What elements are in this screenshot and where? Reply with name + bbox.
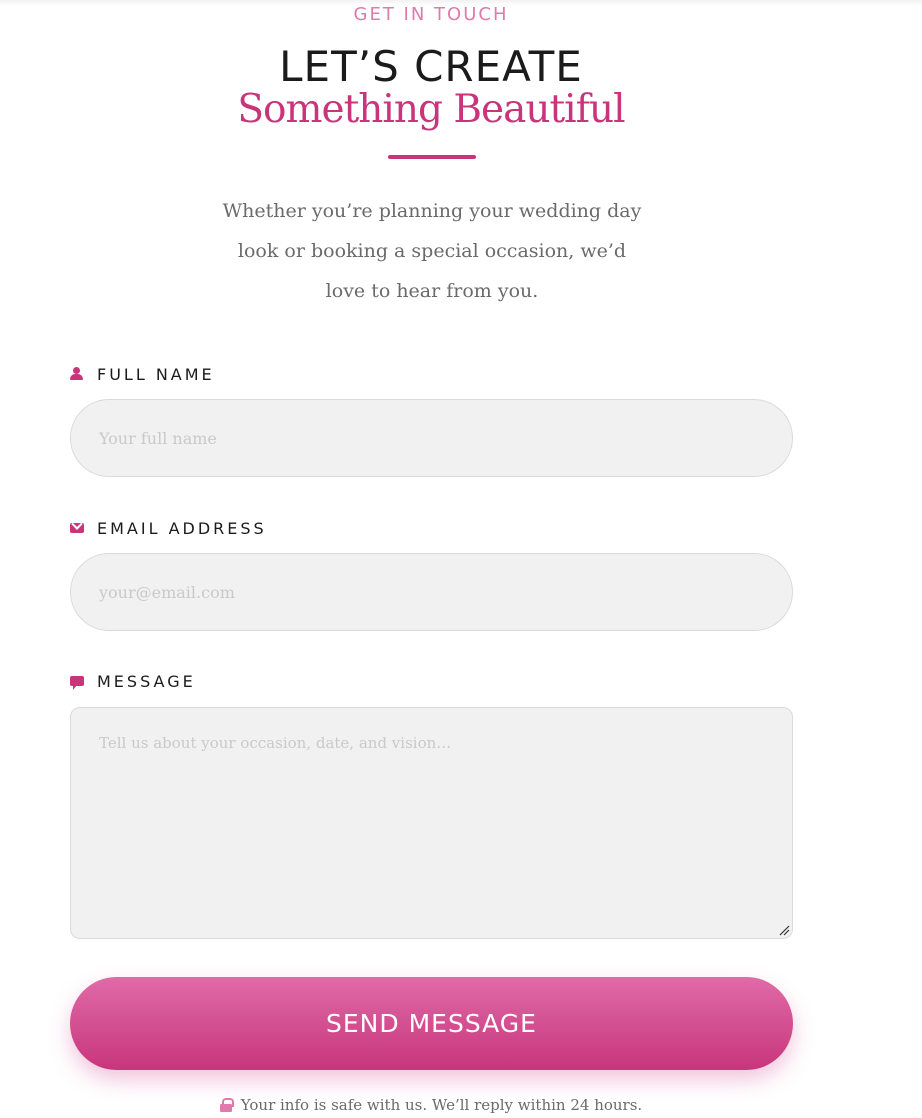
privacy-note-text: Your info is safe with us. We’ll reply w…: [240, 1096, 643, 1114]
resize-handle-icon[interactable]: [778, 924, 790, 936]
intro-text: Whether you’re planning your wedding day…: [222, 200, 642, 302]
full-name-label: FULL NAME: [70, 364, 215, 384]
envelope-icon: [70, 523, 84, 533]
send-message-button[interactable]: SEND MESSAGE: [70, 977, 793, 1070]
lock-icon: [219, 1098, 234, 1112]
user-icon: [70, 367, 84, 381]
privacy-note: Your info is safe with us. We’ll reply w…: [0, 1096, 862, 1114]
full-name-label-text: FULL NAME: [97, 364, 215, 384]
message-label: MESSAGE: [70, 671, 196, 691]
page-subtitle: Something Beautiful: [237, 87, 625, 132]
email-label-text: EMAIL ADDRESS: [97, 518, 267, 538]
section-eyebrow: GET IN TOUCH: [353, 4, 509, 25]
title-divider: [388, 155, 476, 159]
comment-icon: [70, 676, 84, 690]
email-label: EMAIL ADDRESS: [70, 518, 267, 538]
email-input[interactable]: [70, 553, 793, 631]
full-name-input[interactable]: [70, 399, 793, 477]
message-textarea[interactable]: [70, 707, 793, 939]
message-label-text: MESSAGE: [97, 671, 196, 691]
